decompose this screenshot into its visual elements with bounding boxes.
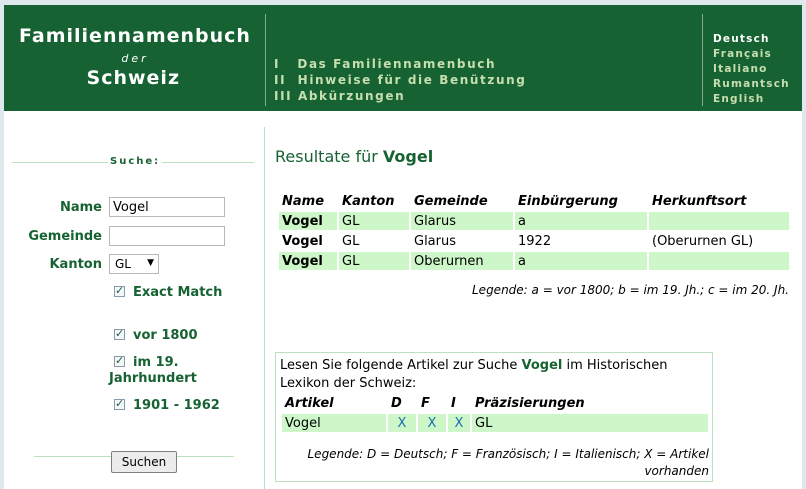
vor-1800-checkbox[interactable]: ✓	[114, 327, 125, 340]
kanton-select[interactable]: GL ▼	[109, 254, 159, 274]
19-jahrhundert-label: im 19. Jahrhundert	[109, 355, 197, 386]
cell-name: Vogel	[279, 212, 337, 230]
col-praezisierungen: Präzisierungen	[475, 396, 585, 411]
table-row: Vogel GL Glarus a	[279, 212, 789, 230]
cell-kanton: GL	[339, 252, 409, 270]
cell-i-link[interactable]: X	[448, 414, 470, 432]
cell-praezisierungen: GL	[472, 414, 708, 432]
chevron-down-icon: ▼	[147, 258, 154, 268]
cell-einbuergerung: 1922	[518, 233, 552, 249]
cell-artikel[interactable]: Vogel	[282, 414, 386, 432]
nav-hinweise[interactable]: II Hinweise für die Benützung	[274, 72, 526, 88]
col-artikel: Artikel	[285, 396, 334, 411]
header-divider-right	[702, 14, 703, 106]
name-label: Name	[59, 200, 102, 215]
hls-query: Vogel	[521, 358, 563, 373]
exact-match-label: Exact Match	[133, 285, 223, 300]
search-sidebar: Suche: Name Gemeinde Kanton GL ▼ ✓ Exact…	[4, 111, 264, 489]
col-kanton: Kanton	[342, 194, 395, 209]
nav-familiennamenbuch[interactable]: I Das Familiennamenbuch	[274, 56, 526, 72]
results-title-prefix: Resultate für	[275, 147, 378, 166]
cell-einbuergerung: a	[515, 252, 647, 270]
col-herkunftsort: Herkunftsort	[652, 194, 747, 209]
site-logo[interactable]: Familiennamenbuch der Schweiz	[4, 5, 266, 111]
checkmark-icon: ✓	[115, 397, 125, 410]
results-title: Resultate für Vogel	[275, 147, 433, 166]
cell-name: Vogel	[282, 233, 323, 249]
logo-line-1: Familiennamenbuch	[19, 25, 251, 47]
col-einbuergerung: Einbürgerung	[518, 194, 618, 209]
lang-italiano[interactable]: Italiano	[713, 62, 790, 77]
table-row: Vogel GL Oberurnen a	[279, 252, 789, 270]
gemeinde-label: Gemeinde	[28, 229, 102, 244]
lang-francais[interactable]: Français	[713, 47, 790, 62]
hls-table: Artikel D F I Präzisierungen Vogel X X X…	[280, 393, 710, 434]
cell-einbuergerung: a	[515, 212, 647, 230]
vor-1800-label: vor 1800	[133, 328, 198, 343]
nav-abkuerzungen[interactable]: III Abkürzungen	[274, 88, 526, 104]
col-gemeinde: Gemeinde	[414, 194, 488, 209]
checkmark-icon: ✓	[115, 327, 125, 340]
lang-deutsch[interactable]: Deutsch	[713, 32, 790, 47]
hls-intro-before: Lesen Sie folgende Artikel zur Suche	[280, 358, 518, 373]
logo-line-3: Schweiz	[86, 67, 180, 89]
lang-rumantsch[interactable]: Rumantsch	[713, 77, 790, 92]
cell-kanton: GL	[342, 233, 360, 249]
search-title: Suche:	[108, 156, 163, 167]
col-name: Name	[282, 194, 325, 209]
cell-gemeinde: Glarus	[411, 212, 513, 230]
lang-english[interactable]: English	[713, 92, 790, 107]
table-row: Vogel X X X GL	[282, 414, 708, 432]
kanton-selected-value: GL	[115, 257, 131, 271]
col-d: D	[391, 396, 402, 411]
results-header-row: Name Kanton Gemeinde Einbürgerung Herkun…	[279, 193, 789, 210]
results-area: Resultate für Vogel Name Kanton Gemeinde…	[265, 111, 802, 489]
cell-herkunftsort: (Oberurnen GL)	[652, 233, 754, 249]
name-input[interactable]	[109, 197, 225, 217]
col-f: F	[421, 396, 430, 411]
window-right-border	[802, 5, 806, 489]
exact-match-checkbox[interactable]: ✓	[114, 284, 125, 297]
hls-header-row: Artikel D F I Präzisierungen	[282, 395, 708, 412]
hls-box: Lesen Sie folgende Artikel zur Suche Vog…	[275, 352, 713, 482]
cell-d-link[interactable]: X	[388, 414, 416, 432]
header-divider	[265, 14, 266, 106]
main-nav: I Das Familiennamenbuch II Hinweise für …	[274, 56, 526, 104]
logo-line-2: der	[121, 52, 149, 65]
table-row: Vogel GL Glarus 1922 (Oberurnen GL)	[279, 232, 789, 250]
cell-gemeinde: Glarus	[414, 233, 457, 249]
results-query: Vogel	[382, 147, 434, 166]
kanton-label: Kanton	[49, 257, 102, 272]
hls-intro: Lesen Sie folgende Artikel zur Suche Vog…	[280, 357, 700, 393]
1901-1962-label: 1901 - 1962	[133, 398, 220, 413]
cell-name: Vogel	[279, 252, 337, 270]
cell-kanton: GL	[339, 212, 409, 230]
checkmark-icon: ✓	[115, 284, 125, 297]
cell-f-link[interactable]: X	[418, 414, 446, 432]
results-table: Name Kanton Gemeinde Einbürgerung Herkun…	[277, 191, 791, 272]
cell-gemeinde: Oberurnen	[411, 252, 513, 270]
search-button[interactable]: Suchen	[111, 451, 177, 473]
gemeinde-input[interactable]	[109, 226, 225, 246]
cell-herkunftsort	[649, 252, 789, 270]
hls-legend: Legende: D = Deutsch; F = Französisch; I…	[307, 447, 710, 478]
results-legend: Legende: a = vor 1800; b = im 19. Jh.; c…	[472, 283, 789, 297]
1901-1962-checkbox[interactable]: ✓	[114, 397, 125, 410]
col-i: I	[451, 396, 456, 411]
site-header: Familiennamenbuch der Schweiz I Das Fami…	[4, 5, 802, 111]
language-menu: Deutsch Français Italiano Rumantsch Engl…	[713, 32, 790, 107]
cell-herkunftsort	[649, 212, 789, 230]
